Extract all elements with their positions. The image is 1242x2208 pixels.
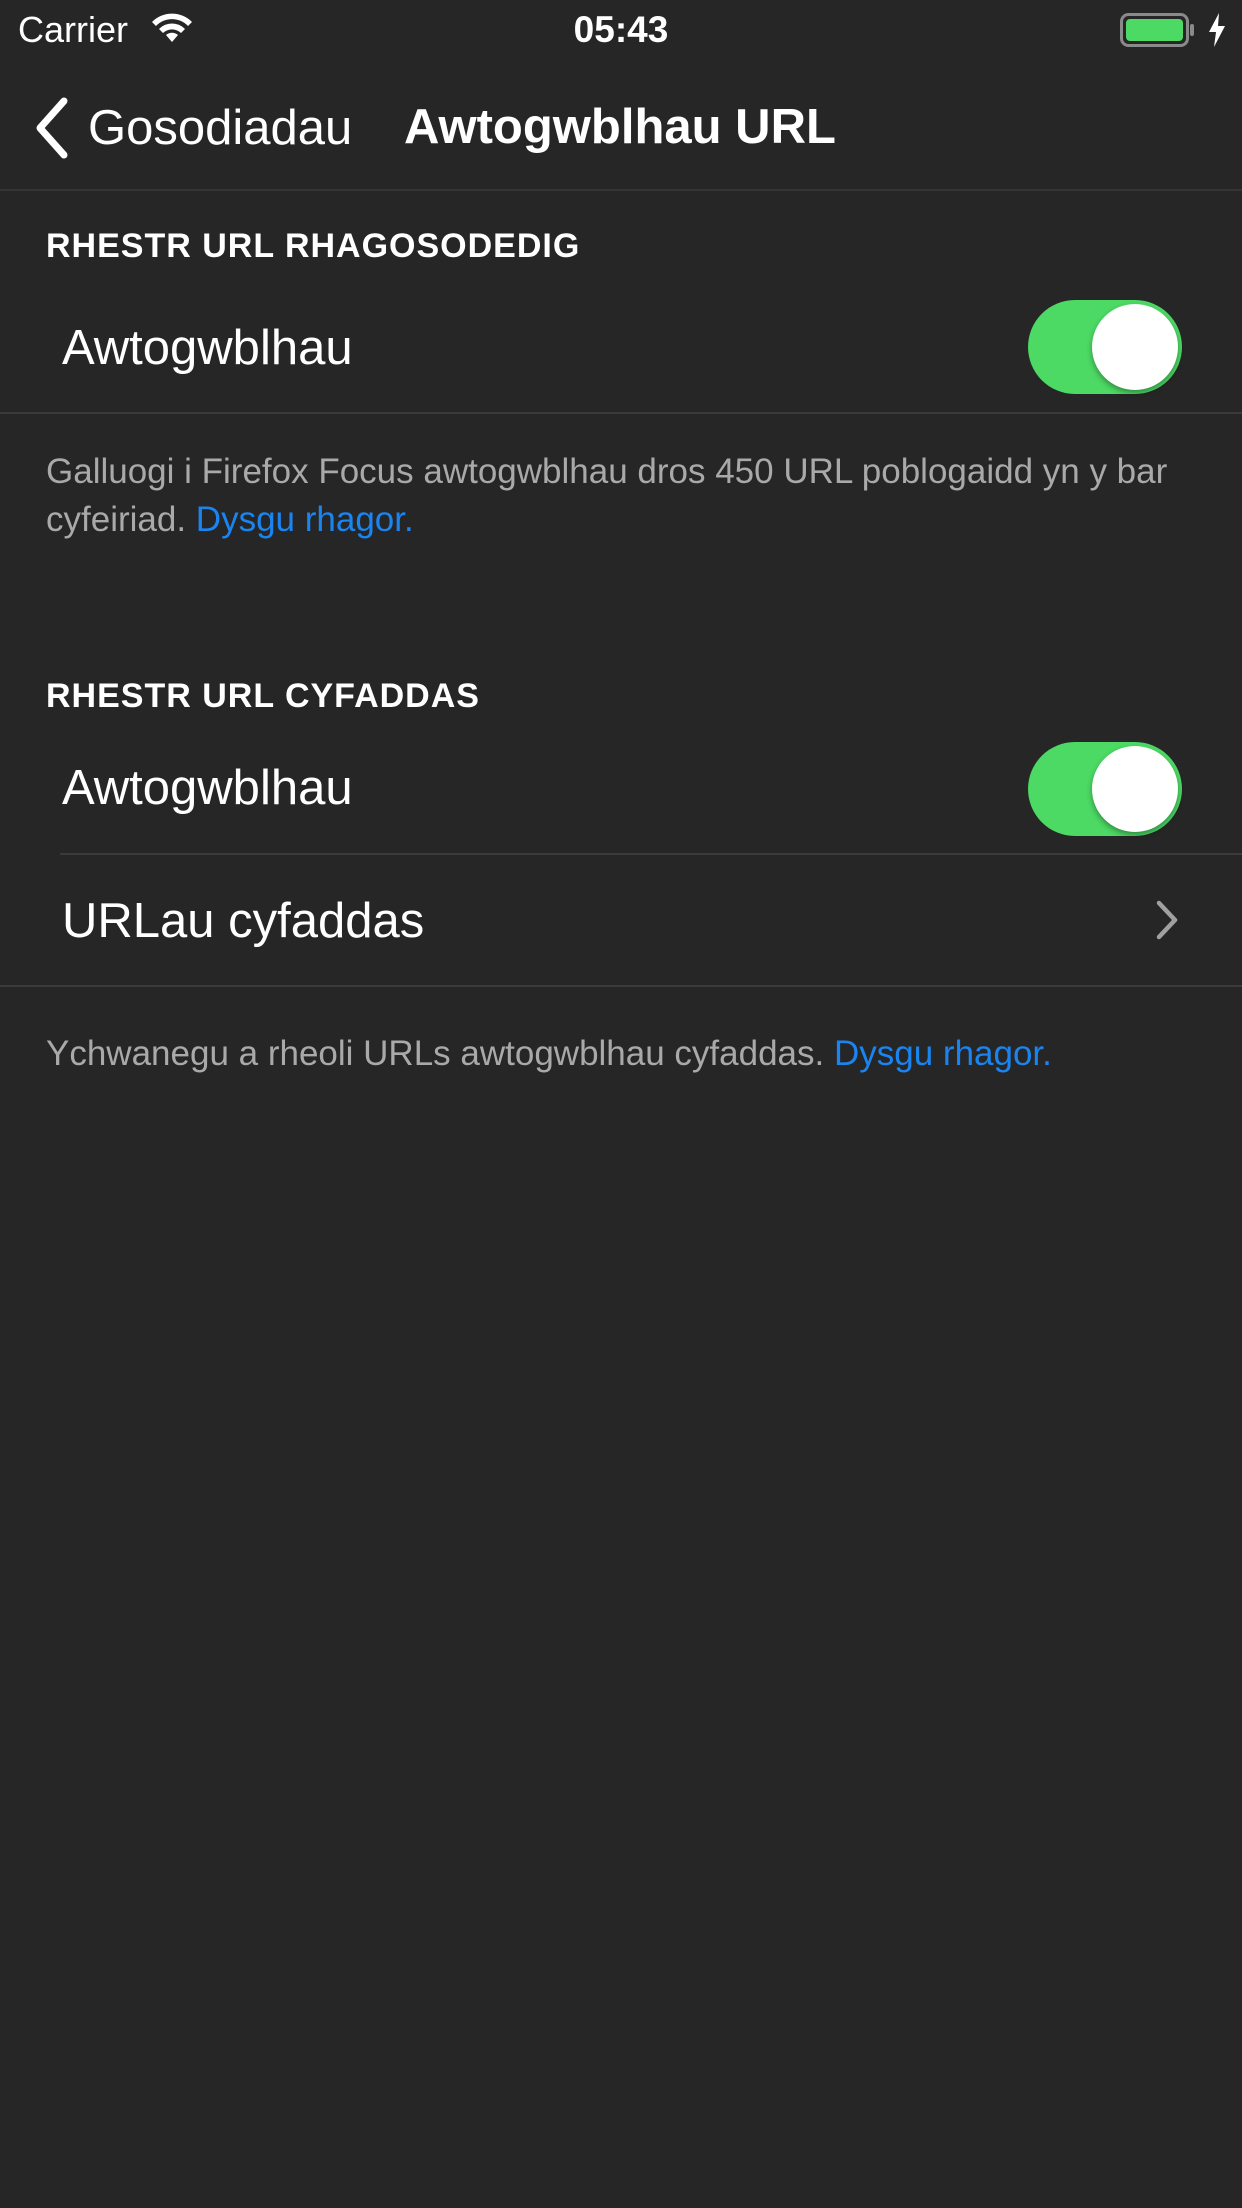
custom-urls-row[interactable]: URLau cyfaddas <box>0 855 1242 985</box>
section-separator <box>0 412 1242 414</box>
toggle-knob <box>1092 304 1178 390</box>
custom-autocomplete-row: Awtogwblhau <box>0 722 1242 854</box>
charging-bolt-icon <box>1209 13 1225 47</box>
default-list-footer: Galluogi i Firefox Focus awtogwblhau dro… <box>46 448 1196 544</box>
section-header-custom-list: RHESTR URL CYFADDAS <box>46 677 480 715</box>
default-autocomplete-row: Awtogwblhau <box>0 282 1242 414</box>
back-button[interactable]: Gosodiadau <box>30 90 352 166</box>
default-autocomplete-label: Awtogwblhau <box>62 321 353 375</box>
custom-list-footer: Ychwanegu a rheoli URLs awtogwblhau cyfa… <box>46 1030 1196 1078</box>
toggle-knob <box>1092 746 1178 832</box>
page-title: Awtogwblhau URL <box>404 100 836 154</box>
section-separator <box>0 985 1242 987</box>
default-learn-more-link[interactable]: Dysgu rhagor. <box>196 500 414 539</box>
custom-list-footer-text: Ychwanegu a rheoli URLs awtogwblhau cyfa… <box>46 1034 825 1073</box>
navigation-bar: Gosodiadau Awtogwblhau URL <box>0 66 1242 191</box>
status-bar: Carrier 05:43 <box>0 0 1242 60</box>
custom-learn-more-link[interactable]: Dysgu rhagor. <box>834 1034 1052 1073</box>
battery-icon <box>1120 13 1194 47</box>
default-autocomplete-toggle[interactable] <box>1028 300 1182 394</box>
custom-urls-label: URLau cyfaddas <box>62 894 425 948</box>
custom-autocomplete-toggle[interactable] <box>1028 742 1182 836</box>
chevron-left-icon <box>36 97 68 159</box>
custom-autocomplete-label: Awtogwblhau <box>62 761 353 815</box>
back-label: Gosodiadau <box>88 101 353 155</box>
chevron-right-icon <box>1156 900 1178 940</box>
section-header-default-list: RHESTR URL RHAGOSODEDIG <box>46 227 581 265</box>
status-time: 05:43 <box>573 9 669 50</box>
